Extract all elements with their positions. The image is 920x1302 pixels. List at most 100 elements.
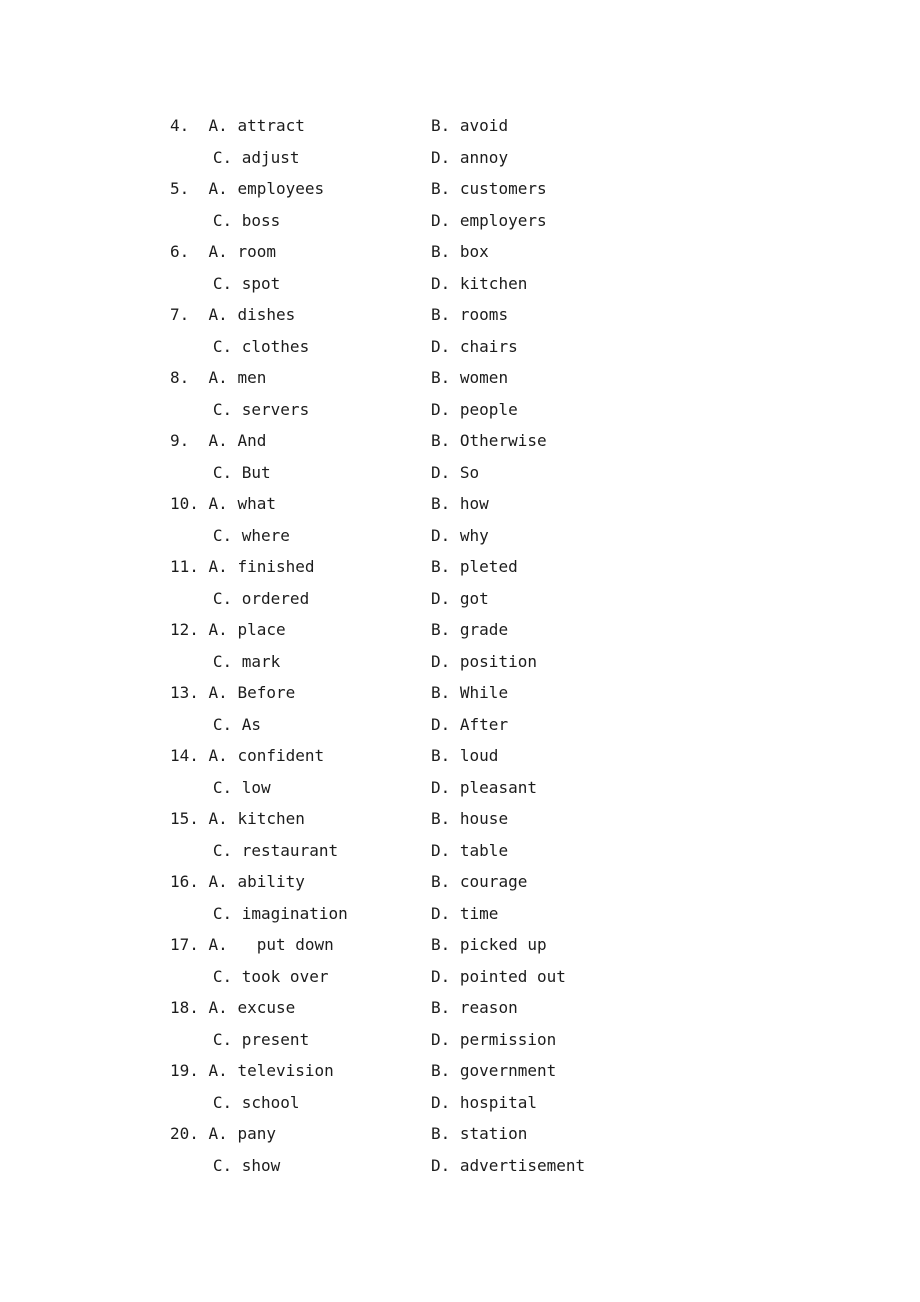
option-c-cell[interactable]: 14. C. low bbox=[170, 772, 271, 804]
option-b-cell[interactable]: B. house bbox=[431, 803, 508, 835]
question-row-ab: 11. A. finished B. pleted bbox=[170, 551, 730, 583]
option-b-text: box bbox=[459, 242, 489, 261]
question-row-cd: 20. C. show D. advertisement bbox=[170, 1150, 730, 1182]
question-row-ab: 12. A. place B. grade bbox=[170, 614, 730, 646]
question-number: 18. bbox=[170, 998, 199, 1017]
option-c-cell[interactable]: 13. C. As bbox=[170, 709, 261, 741]
option-b-label: B. bbox=[431, 242, 451, 261]
option-a-cell[interactable]: 10. A. what bbox=[170, 488, 276, 520]
option-c-cell[interactable]: 11. C. ordered bbox=[170, 583, 309, 615]
option-a-cell[interactable]: 15. A. kitchen bbox=[170, 803, 305, 835]
option-c-cell[interactable]: 12. C. mark bbox=[170, 646, 280, 678]
option-c-cell[interactable]: 16. C. imagination bbox=[170, 898, 348, 930]
option-a-cell[interactable]: 6. A. room bbox=[170, 236, 276, 268]
option-a-cell[interactable]: 12. A. place bbox=[170, 614, 286, 646]
option-d-text: permission bbox=[459, 1029, 557, 1049]
option-b-text: avoid bbox=[459, 116, 509, 135]
option-a-cell[interactable]: 16. A. ability bbox=[170, 866, 305, 898]
option-a-cell[interactable]: 18. A. excuse bbox=[170, 992, 295, 1024]
option-c-cell[interactable]: 7. C. clothes bbox=[170, 331, 309, 363]
option-a-cell[interactable]: 11. A. finished bbox=[170, 551, 315, 583]
option-d-cell[interactable]: D. table bbox=[431, 835, 508, 867]
option-d-cell[interactable]: D. time bbox=[431, 898, 498, 930]
option-d-cell[interactable]: D. why bbox=[431, 520, 489, 552]
question-block: 12. A. place B. grade 12. C. mark D. positi… bbox=[170, 614, 730, 677]
option-b-text: government bbox=[459, 1061, 557, 1080]
option-c-text: show bbox=[241, 1155, 281, 1175]
option-d-text: annoy bbox=[459, 147, 509, 167]
question-block: 11. A. finished B. pleted 11. C. ordered D.… bbox=[170, 551, 730, 614]
option-b-cell[interactable]: B. box bbox=[431, 236, 489, 268]
option-a-cell[interactable]: 13. A. Before bbox=[170, 677, 295, 709]
option-c-cell[interactable]: 17. C. took over bbox=[170, 961, 329, 993]
option-c-cell[interactable]: 18. C. present bbox=[170, 1024, 309, 1056]
option-a-text: television bbox=[237, 1061, 334, 1080]
option-a-label: A. bbox=[208, 494, 228, 513]
option-c-cell[interactable]: 4. C. adjust bbox=[170, 142, 300, 174]
option-a-cell[interactable]: 17. A. put down bbox=[170, 929, 334, 961]
option-d-cell[interactable]: D. pleasant bbox=[431, 772, 537, 804]
option-c-cell[interactable]: 6. C. spot bbox=[170, 268, 280, 300]
option-d-cell[interactable]: D. employers bbox=[431, 205, 547, 237]
question-row-cd: 13. C. As D. After bbox=[170, 709, 730, 741]
option-d-cell[interactable]: D. kitchen bbox=[431, 268, 527, 300]
option-d-text: So bbox=[459, 462, 480, 482]
option-d-cell[interactable]: D. pointed out bbox=[431, 961, 566, 993]
option-b-text: house bbox=[459, 809, 509, 828]
option-b-cell[interactable]: B. reason bbox=[431, 992, 518, 1024]
option-b-cell[interactable]: B. how bbox=[431, 488, 489, 520]
option-c-text: adjust bbox=[241, 147, 300, 167]
option-d-cell[interactable]: D. chairs bbox=[431, 331, 518, 363]
option-c-cell[interactable]: 8. C. servers bbox=[170, 394, 309, 426]
option-d-cell[interactable]: D. annoy bbox=[431, 142, 508, 174]
option-b-cell[interactable]: B. courage bbox=[431, 866, 527, 898]
option-b-cell[interactable]: B. Otherwise bbox=[431, 425, 547, 457]
option-b-label: B. bbox=[431, 1124, 451, 1143]
option-d-cell[interactable]: D. position bbox=[431, 646, 537, 678]
option-b-cell[interactable]: B. rooms bbox=[431, 299, 508, 331]
option-a-text: pany bbox=[237, 1124, 276, 1143]
option-c-cell[interactable]: 5. C. boss bbox=[170, 205, 280, 237]
option-a-cell[interactable]: 4. A. attract bbox=[170, 110, 305, 142]
option-a-cell[interactable]: 19. A. television bbox=[170, 1055, 334, 1087]
option-c-label: C. bbox=[212, 966, 233, 986]
option-b-cell[interactable]: B. While bbox=[431, 677, 508, 709]
question-row-ab: 8. A. men B. women bbox=[170, 362, 730, 394]
option-b-cell[interactable]: B. women bbox=[431, 362, 508, 394]
option-a-label: A. bbox=[208, 242, 228, 261]
option-a-cell[interactable]: 14. A. confident bbox=[170, 740, 324, 772]
option-a-text: finished bbox=[237, 557, 315, 576]
option-d-cell[interactable]: D. advertisement bbox=[431, 1150, 585, 1182]
option-d-label: D. bbox=[431, 1029, 451, 1049]
option-a-cell[interactable]: 8. A. men bbox=[170, 362, 266, 394]
option-d-cell[interactable]: D. hospital bbox=[431, 1087, 537, 1119]
option-b-label: B. bbox=[431, 557, 451, 576]
option-c-cell[interactable]: 19. C. school bbox=[170, 1087, 300, 1119]
option-b-cell[interactable]: B. picked up bbox=[431, 929, 547, 961]
option-a-cell[interactable]: 7. A. dishes bbox=[170, 299, 295, 331]
option-b-cell[interactable]: B. pleted bbox=[431, 551, 518, 583]
option-a-cell[interactable]: 20. A. pany bbox=[170, 1118, 276, 1150]
option-b-cell[interactable]: B. loud bbox=[431, 740, 498, 772]
option-d-cell[interactable]: D. permission bbox=[431, 1024, 556, 1056]
option-b-cell[interactable]: B. station bbox=[431, 1118, 527, 1150]
option-b-cell[interactable]: B. government bbox=[431, 1055, 556, 1087]
option-b-cell[interactable]: B. customers bbox=[431, 173, 547, 205]
option-a-label: A. bbox=[208, 809, 228, 828]
question-row-ab: 14. A. confident B. loud bbox=[170, 740, 730, 772]
option-d-text: why bbox=[459, 525, 489, 545]
option-a-cell[interactable]: 5. A. employees bbox=[170, 173, 324, 205]
option-b-text: reason bbox=[459, 998, 518, 1017]
option-c-cell[interactable]: 20. C. show bbox=[170, 1150, 280, 1182]
option-d-label: D. bbox=[431, 966, 451, 986]
option-c-cell[interactable]: 15. C. restaurant bbox=[170, 835, 338, 867]
option-d-cell[interactable]: D. people bbox=[431, 394, 518, 426]
option-b-cell[interactable]: B. grade bbox=[431, 614, 508, 646]
option-d-cell[interactable]: D. So bbox=[431, 457, 479, 489]
option-a-cell[interactable]: 9. A. And bbox=[170, 425, 266, 457]
option-c-cell[interactable]: 10. C. where bbox=[170, 520, 290, 552]
option-c-cell[interactable]: 9. C. But bbox=[170, 457, 271, 489]
option-b-cell[interactable]: B. avoid bbox=[431, 110, 508, 142]
option-d-cell[interactable]: D. got bbox=[431, 583, 489, 615]
option-d-cell[interactable]: D. After bbox=[431, 709, 508, 741]
